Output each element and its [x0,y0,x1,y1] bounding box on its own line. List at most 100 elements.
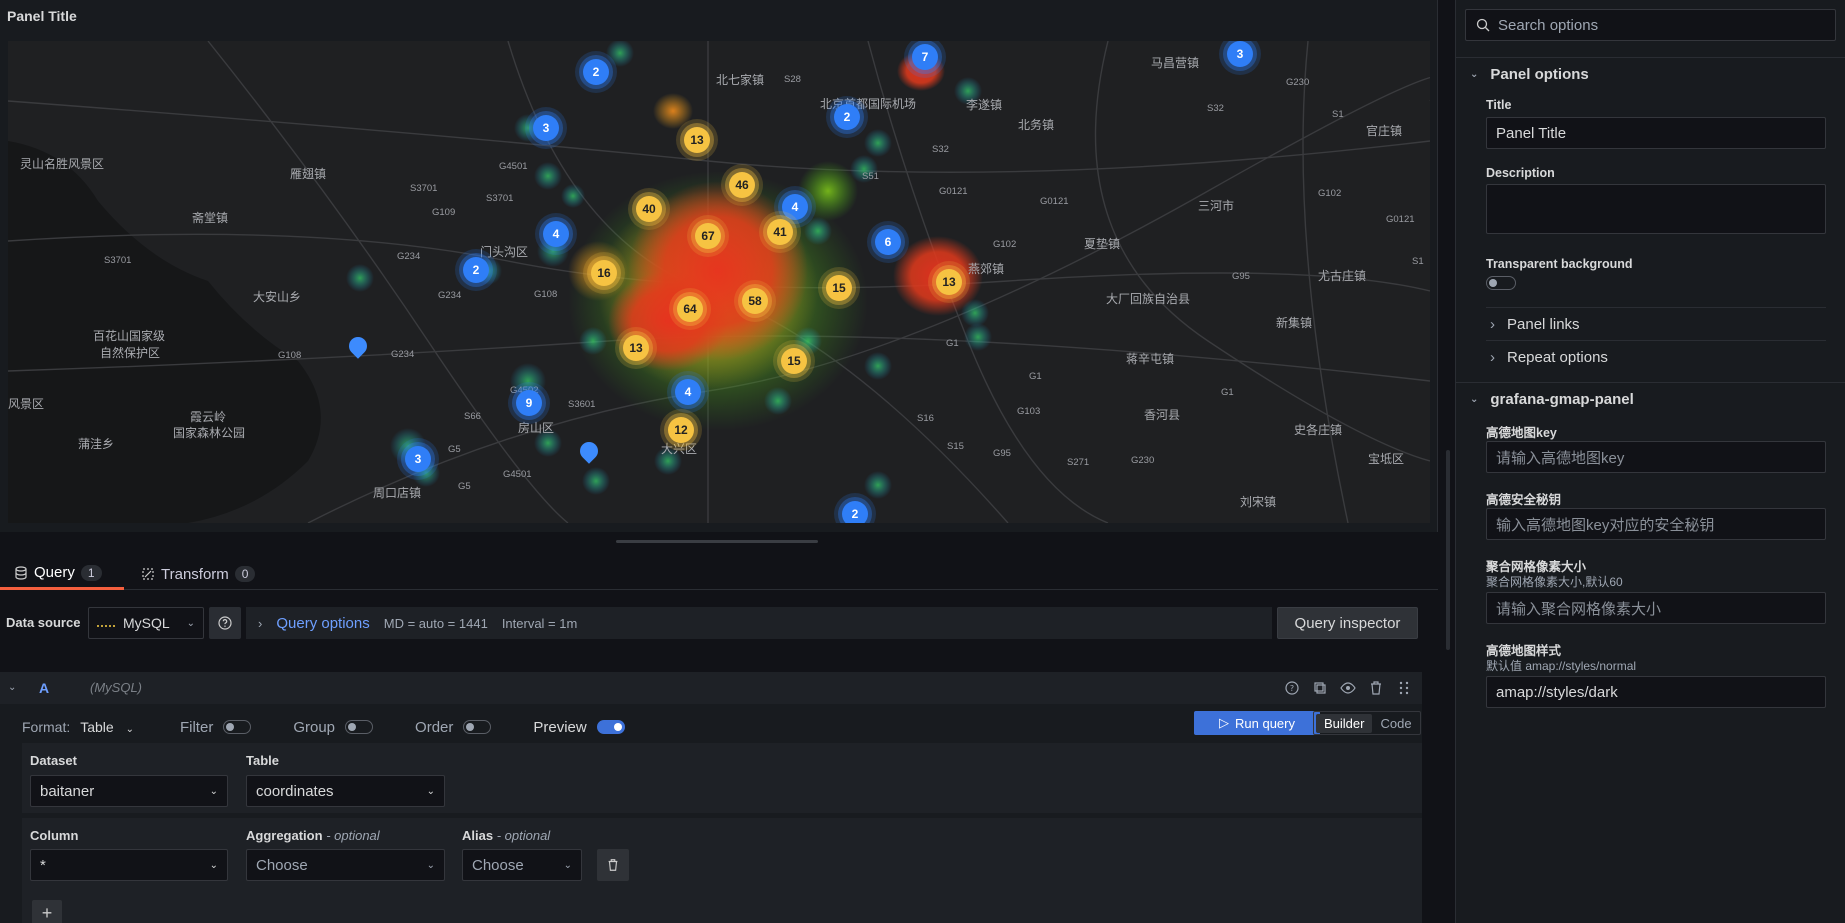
map-road-label: G109 [432,207,456,218]
search-options-input[interactable]: Search options [1465,9,1836,41]
map-cluster-marker[interactable]: 64 [677,296,703,322]
map-cluster-marker[interactable]: 2 [842,501,868,523]
map-cluster-marker[interactable]: 9 [516,390,542,416]
tab-transform[interactable]: Transform 0 [141,558,256,590]
amap-key-label: 高德地图key [1486,426,1557,440]
builder-mode-button[interactable]: Builder [1316,713,1373,733]
trash-icon[interactable] [1368,680,1384,696]
map-place-label: 霞云岭 [190,410,227,424]
plugin-options-section[interactable]: ⌄ grafana-gmap-panel [1456,382,1845,416]
map-cluster-marker[interactable]: 12 [668,417,694,443]
map-road-label: G1 [1029,371,1042,382]
dataset-select[interactable]: baitaner ⌄ [30,775,228,807]
remove-column-button[interactable] [597,849,629,881]
panel-options-title: Panel options [1490,66,1589,83]
map-cluster-marker[interactable]: 2 [463,257,489,283]
map-cluster-marker[interactable]: 13 [623,335,649,361]
map-cluster-marker[interactable]: 4 [782,194,808,220]
order-toggle[interactable] [463,720,492,734]
datasource-label: Data source [6,615,81,630]
title-input[interactable]: Panel Title [1486,117,1826,149]
drag-handle-icon[interactable] [1396,680,1412,696]
tab-query-label: Query [34,564,75,581]
map-cluster-marker[interactable]: 40 [636,196,662,222]
map-road-label: G4501 [503,469,532,480]
description-label: Description [1486,166,1555,180]
map-cluster-marker[interactable]: 3 [533,115,559,141]
map-place-label: 北京首都国际机场 [820,97,917,111]
map-cluster-marker[interactable]: 2 [834,104,860,130]
map-cluster-marker[interactable]: 67 [695,223,721,249]
preview-toggle[interactable] [596,720,625,734]
map-cluster-marker[interactable]: 2 [583,59,609,85]
group-toggle[interactable] [345,720,374,734]
aggregation-select[interactable]: Choose ⌄ [246,849,445,881]
query-options-link[interactable]: Query options [276,615,369,632]
resize-handle[interactable] [616,540,818,543]
alias-value: Choose [472,856,524,874]
alias-select[interactable]: Choose ⌄ [462,849,582,881]
query-row-header[interactable]: ⌄ A (MySQL) ? [0,672,1422,704]
map-cluster-marker[interactable]: 15 [826,275,852,301]
format-select[interactable]: Table ⌄ [80,719,134,735]
amap-secret-input[interactable]: 输入高德地图key对应的安全秘钥 [1486,508,1826,540]
map-cluster-marker[interactable]: 7 [912,44,938,70]
query-options-bar[interactable]: › Query options MD = auto = 1441 Interva… [246,607,1272,639]
eye-icon[interactable] [1340,680,1356,696]
map-cluster-marker[interactable]: 46 [729,172,755,198]
datasource-help-button[interactable] [209,607,241,639]
grid-size-input[interactable]: 请输入聚合网格像素大小 [1486,592,1826,624]
collapse-chevron-icon[interactable]: ⌄ [8,682,16,693]
description-textarea[interactable] [1486,184,1826,234]
repeat-options-section[interactable]: › Repeat options [1486,342,1826,372]
column-select[interactable]: * ⌄ [30,849,228,881]
transparent-toggle[interactable] [1486,276,1516,290]
tab-query[interactable]: Query 1 [0,558,124,590]
run-query-button[interactable]: ▷ Run query [1194,711,1320,735]
map-place-label: 北七家镇 [716,73,765,87]
duplicate-icon[interactable] [1312,680,1328,696]
chevron-down-icon: ⌄ [1470,394,1479,405]
map-cluster-marker[interactable]: 6 [875,229,901,255]
panel-links-section[interactable]: › Panel links [1486,309,1826,339]
query-ref-id[interactable]: A [39,680,49,696]
map-cluster-marker[interactable]: 15 [781,348,807,374]
chevron-right-icon: › [258,615,263,631]
map-road-label: S32 [1207,103,1224,114]
mysql-logo-icon [97,619,115,627]
map-cluster-marker[interactable]: 16 [591,260,617,286]
datasource-picker[interactable]: MySQL ⌄ [88,607,204,639]
map-cluster-marker[interactable]: 4 [675,379,701,405]
filter-label: Filter [179,718,214,736]
tab-transform-count: 0 [234,566,256,582]
map-style-input[interactable]: amap://styles/dark [1486,676,1826,708]
chevron-right-icon: › [1490,315,1495,333]
add-column-button[interactable]: + [32,900,62,923]
map-cluster-marker[interactable]: 3 [405,446,431,472]
map-view[interactable]: 灵山名胜风景区 雁翅镇 斋堂镇 大安山乡 百花山国家级 自然保护区 风景区 蒲洼… [8,41,1430,523]
map-cluster-marker[interactable]: 13 [684,127,710,153]
amap-key-input[interactable]: 请输入高德地图key [1486,441,1826,473]
map-cluster-marker[interactable]: 3 [1227,41,1253,67]
panel-title[interactable]: Panel Title [7,8,77,24]
map-cluster-marker[interactable]: 58 [742,288,768,314]
code-mode-button[interactable]: Code [1372,714,1419,733]
map-cluster-marker[interactable]: 4 [543,221,569,247]
column-label: Column [30,828,79,843]
query-inspector-button[interactable]: Query inspector [1277,607,1418,639]
map-cluster-marker[interactable]: 41 [767,219,793,245]
scrollbar[interactable] [1446,450,1450,650]
help-icon[interactable]: ? [1284,680,1300,696]
filter-toggle[interactable] [223,720,252,734]
panel-options-section[interactable]: ⌄ Panel options [1456,57,1845,91]
chevron-down-icon: ⌄ [1470,69,1479,80]
table-select[interactable]: coordinates ⌄ [246,775,445,807]
options-pane: Search options ⌄ Panel options Title Pan… [1455,0,1845,923]
map-place-label: 马昌营镇 [1151,56,1200,70]
map-cluster-marker[interactable]: 13 [936,269,962,295]
map-style-description: 默认值 amap://styles/normal [1486,659,1637,673]
map-place-label: 宝坻区 [1368,452,1405,466]
map-road-label: G102 [1318,188,1342,199]
map-place-label: 新集镇 [1276,316,1313,330]
alias-label: Alias - optional [462,828,550,843]
